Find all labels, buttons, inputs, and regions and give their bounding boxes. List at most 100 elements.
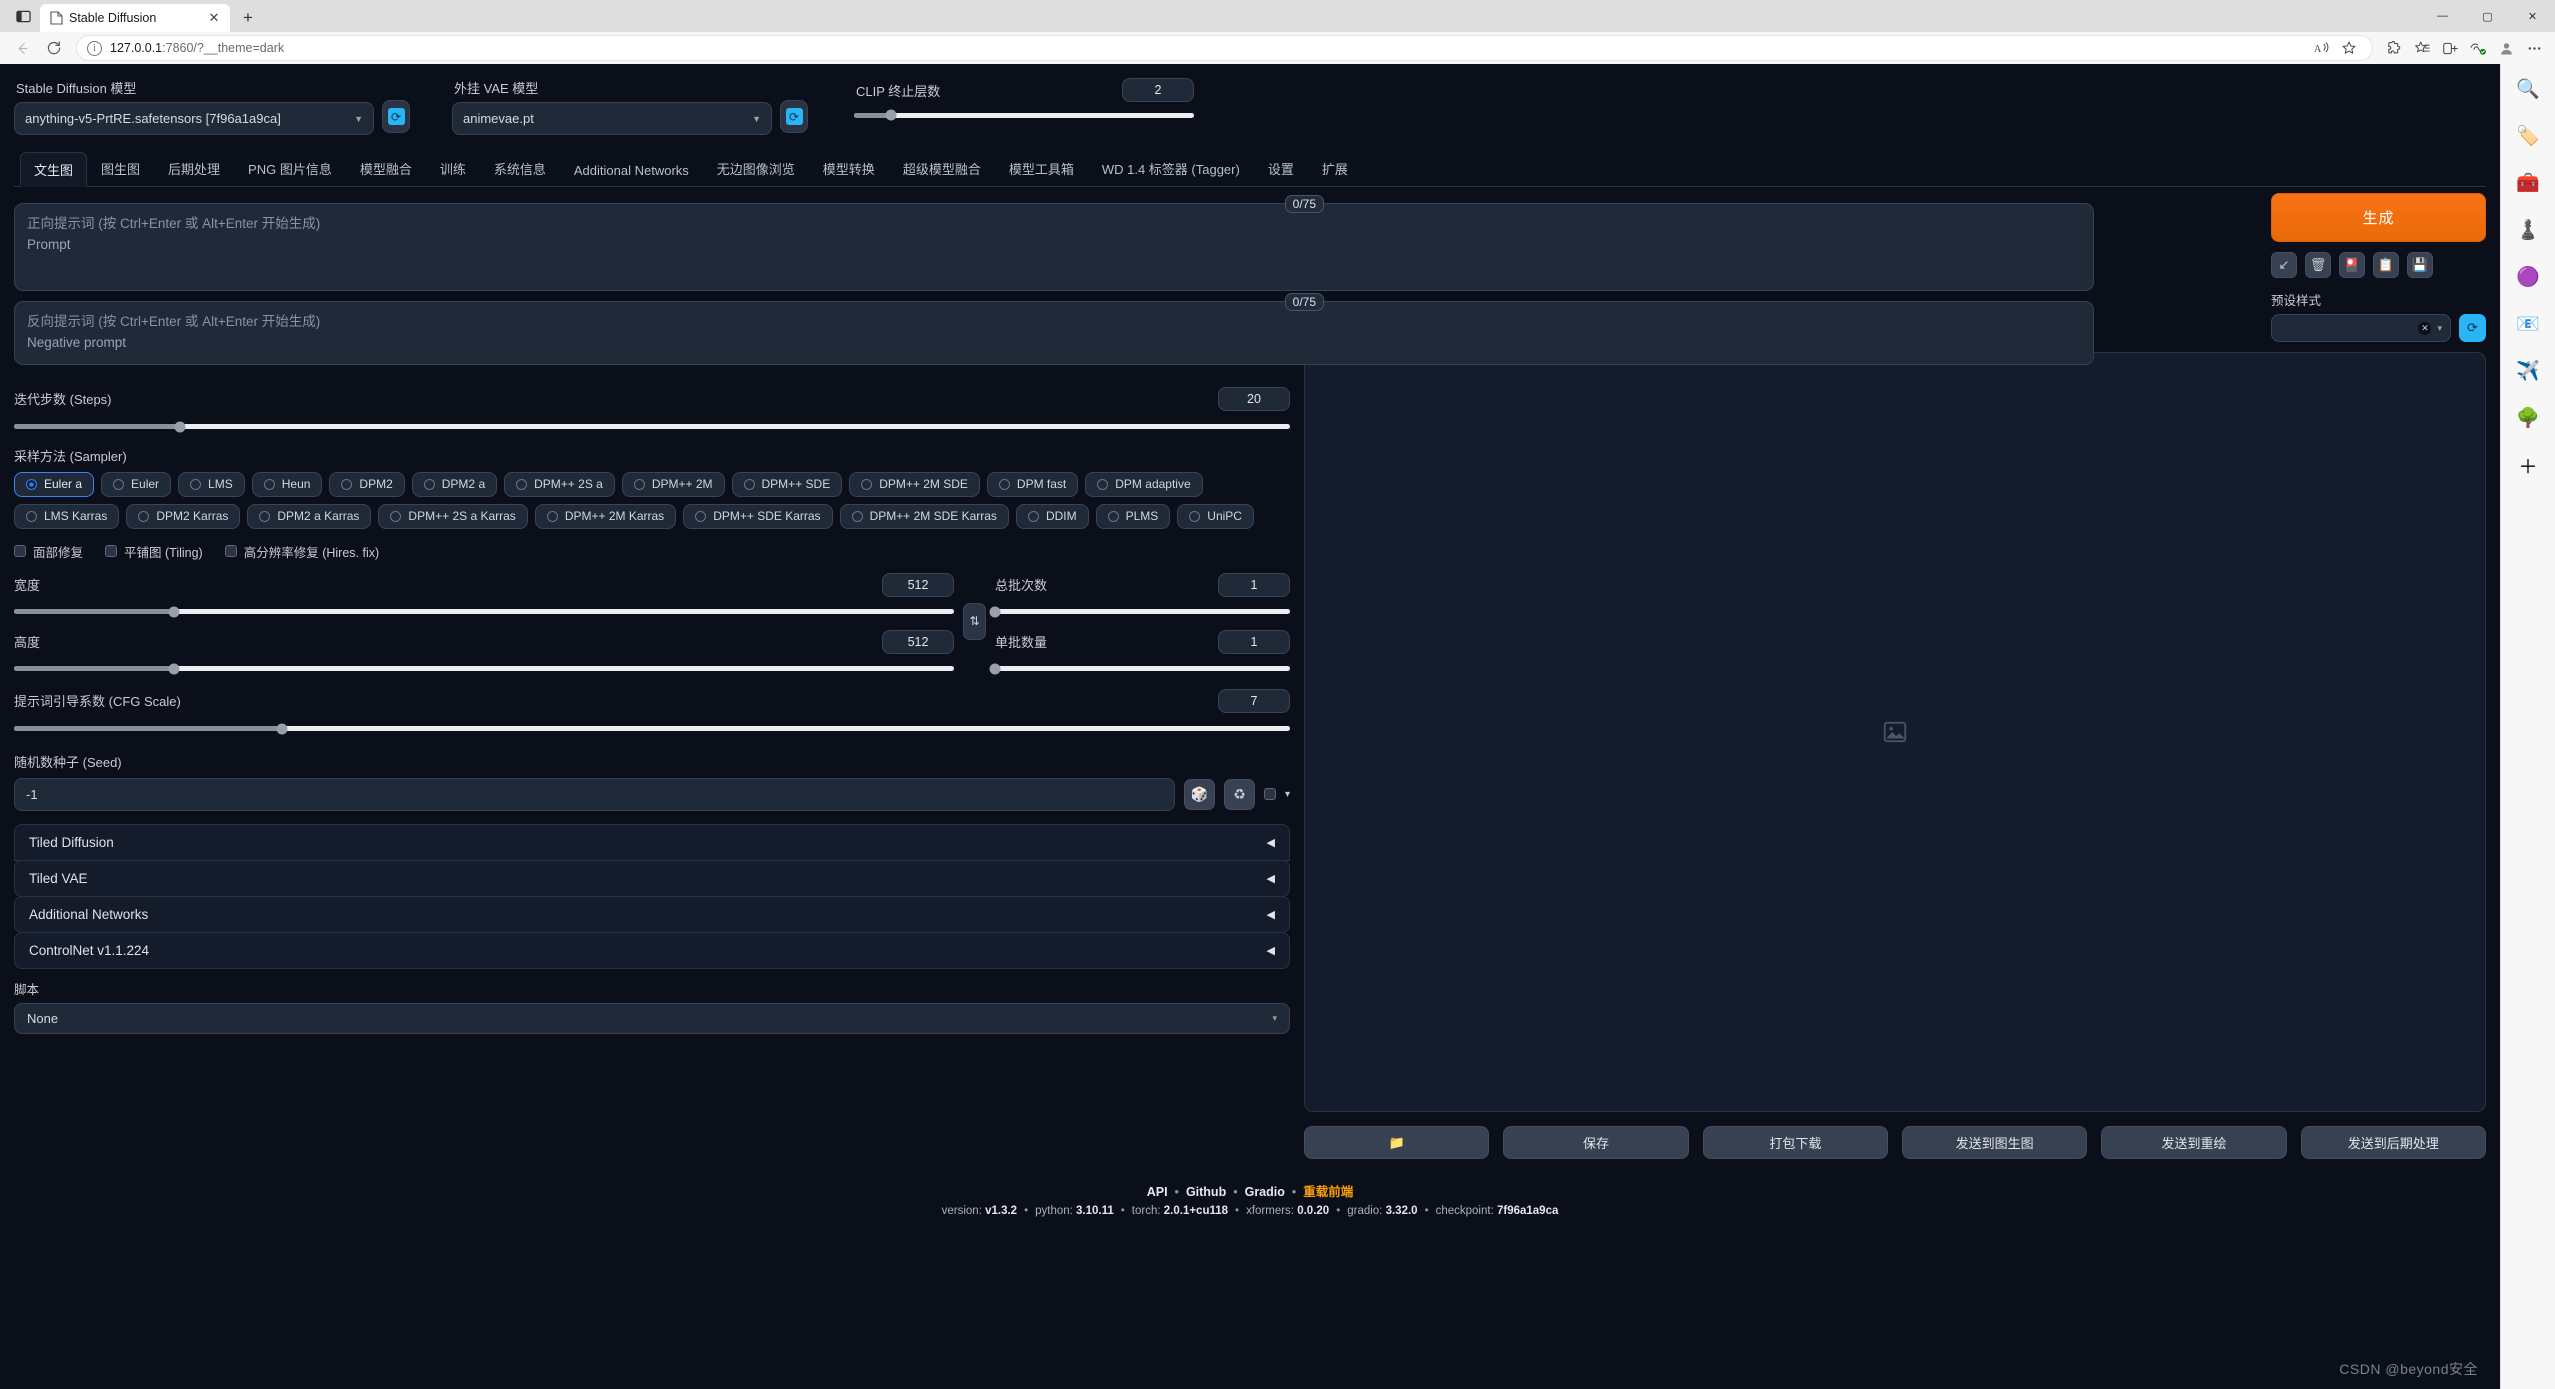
browser-menu-icon[interactable] (2521, 36, 2547, 60)
styles-dropdown[interactable]: ✕ ▾ (2271, 314, 2451, 342)
sampler-option-17[interactable]: DPM++ SDE Karras (683, 503, 833, 529)
sampler-option-8[interactable]: DPM++ SDE (731, 471, 843, 497)
batch-size-slider[interactable] (989, 663, 1290, 675)
extra-networks-icon[interactable]: 🎴 (2339, 252, 2365, 278)
read-aloud-icon[interactable]: A (2308, 36, 2334, 60)
maximize-button[interactable]: ▢ (2465, 0, 2510, 32)
accordion-2[interactable]: Additional Networks ◀ (14, 895, 1290, 933)
browser-tab[interactable]: Stable Diffusion ✕ (40, 4, 230, 32)
sampler-option-7[interactable]: DPM++ 2M (621, 471, 725, 497)
vae-model-dropdown[interactable]: animevae.pt ▼ (452, 102, 772, 135)
sampler-option-20[interactable]: PLMS (1095, 503, 1171, 529)
output-gallery[interactable] (1304, 352, 2486, 1112)
games-icon[interactable]: ♟️ (2515, 217, 2541, 243)
steps-slider[interactable] (14, 421, 1290, 433)
sampler-option-14[interactable]: DPM2 a Karras (247, 503, 372, 529)
reload-icon[interactable] (40, 35, 68, 61)
negative-prompt-input[interactable]: 反向提示词 (按 Ctrl+Enter 或 Alt+Enter 开始生成) Ne… (14, 301, 2094, 365)
sampler-option-0[interactable]: Euler a (14, 471, 95, 497)
clear-styles-icon[interactable]: ✕ (2418, 321, 2432, 335)
tab-5[interactable]: 训练 (426, 151, 480, 186)
height-value[interactable]: 512 (882, 629, 954, 654)
address-bar[interactable]: i 127.0.0.1:7860/?__theme=dark A (76, 35, 2373, 61)
clip-skip-slider[interactable] (854, 109, 1194, 121)
tab-14[interactable]: 扩展 (1308, 151, 1362, 186)
tab-8[interactable]: 无边图像浏览 (703, 151, 809, 186)
sd-model-dropdown[interactable]: anything-v5-PrtRE.safetensors [7f96a1a9c… (14, 102, 374, 135)
width-value[interactable]: 512 (882, 572, 954, 597)
script-dropdown[interactable]: None ▾ (14, 1002, 1290, 1034)
arrow-restore-icon[interactable]: ↙ (2271, 252, 2297, 278)
sampler-option-3[interactable]: Heun (251, 471, 323, 497)
office-icon[interactable]: 🟣 (2515, 264, 2541, 290)
tab-3[interactable]: PNG 图片信息 (234, 151, 346, 186)
sampler-option-10[interactable]: DPM fast (986, 471, 1079, 497)
clip-skip-value[interactable]: 2 (1122, 78, 1194, 102)
sampler-option-18[interactable]: DPM++ 2M SDE Karras (839, 503, 1009, 529)
collections-icon[interactable] (2409, 36, 2435, 60)
toolbox-icon[interactable]: 🧰 (2515, 170, 2541, 196)
open-folder-button[interactable]: 📁 (1304, 1126, 1490, 1159)
extra-seed-checkbox[interactable] (1263, 788, 1276, 801)
save-button[interactable]: 保存 (1503, 1126, 1689, 1159)
cfg-scale-value[interactable]: 7 (1218, 688, 1290, 713)
split-screen-icon[interactable] (2437, 36, 2463, 60)
refresh-sd-model-button[interactable]: ⟳ (382, 100, 410, 133)
send-to-extras-button[interactable]: 发送到后期处理 (2300, 1126, 2486, 1159)
tab-11[interactable]: 模型工具箱 (995, 151, 1088, 186)
sampler-option-4[interactable]: DPM2 (329, 471, 405, 497)
batch-count-slider[interactable] (989, 606, 1290, 618)
generate-button[interactable]: 生成 (2271, 193, 2486, 242)
favorite-star-icon[interactable] (2336, 36, 2362, 60)
tree-icon[interactable]: 🌳 (2515, 405, 2541, 431)
tab-4[interactable]: 模型融合 (346, 151, 426, 186)
tab-7[interactable]: Additional Networks (560, 155, 703, 186)
random-seed-button[interactable]: 🎲 (1183, 778, 1215, 810)
trash-icon[interactable]: 🗑 (2305, 252, 2331, 278)
checkbox-1[interactable]: 平铺图 (Tiling) (105, 542, 203, 561)
apply-style-icon[interactable]: 📋 (2373, 252, 2399, 278)
sampler-option-19[interactable]: DDIM (1015, 503, 1089, 529)
zip-download-button[interactable]: 打包下载 (1702, 1126, 1888, 1159)
tab-9[interactable]: 模型转换 (809, 151, 889, 186)
tab-6[interactable]: 系统信息 (480, 151, 560, 186)
refresh-styles-button[interactable]: ⟳ (2459, 314, 2486, 342)
minimize-button[interactable]: — (2420, 0, 2465, 32)
checkbox-2[interactable]: 高分辨率修复 (Hires. fix) (224, 542, 379, 561)
sampler-option-9[interactable]: DPM++ 2M SDE (849, 471, 980, 497)
new-tab-button[interactable]: + (234, 4, 262, 32)
site-info-icon[interactable]: i (87, 40, 102, 56)
footer-link-gradio[interactable]: Gradio (1245, 1185, 1285, 1199)
sampler-option-21[interactable]: UniPC (1177, 503, 1254, 529)
cfg-scale-slider[interactable] (14, 723, 1290, 735)
positive-prompt-input[interactable]: 正向提示词 (按 Ctrl+Enter 或 Alt+Enter 开始生成) Pr… (14, 203, 2094, 291)
seed-input[interactable]: -1 (14, 777, 1175, 811)
batch-count-value[interactable]: 1 (1218, 572, 1290, 597)
sampler-option-11[interactable]: DPM adaptive (1085, 471, 1203, 497)
sampler-option-16[interactable]: DPM++ 2M Karras (534, 503, 677, 529)
height-slider[interactable] (14, 663, 954, 675)
tab-13[interactable]: 设置 (1254, 151, 1308, 186)
accordion-1[interactable]: Tiled VAE ◀ (14, 859, 1290, 897)
send-icon[interactable]: ✈️ (2515, 358, 2541, 384)
reload-ui-link[interactable]: 重载前端 (1303, 1185, 1353, 1199)
tab-actions-icon[interactable] (6, 0, 40, 32)
sampler-option-12[interactable]: LMS Karras (14, 503, 120, 529)
save-style-icon[interactable]: 💾 (2407, 252, 2433, 278)
width-slider[interactable] (14, 606, 954, 618)
sampler-option-15[interactable]: DPM++ 2S a Karras (378, 503, 528, 529)
sampler-option-6[interactable]: DPM++ 2S a (504, 471, 615, 497)
tab-2[interactable]: 后期处理 (154, 151, 234, 186)
tab-close-icon[interactable]: ✕ (204, 8, 224, 28)
sampler-option-13[interactable]: DPM2 Karras (126, 503, 241, 529)
refresh-vae-model-button[interactable]: ⟳ (780, 100, 808, 133)
footer-link-github[interactable]: Github (1186, 1185, 1226, 1199)
steps-value[interactable]: 20 (1218, 386, 1290, 411)
checkbox-0[interactable]: 面部修复 (14, 542, 83, 561)
sampler-option-1[interactable]: Euler (101, 471, 172, 497)
sampler-option-5[interactable]: DPM2 a (411, 471, 498, 497)
window-close-button[interactable]: ✕ (2510, 0, 2555, 32)
accordion-3[interactable]: ControlNet v1.1.224 ◀ (14, 931, 1290, 969)
tab-10[interactable]: 超级模型融合 (889, 151, 995, 186)
outlook-icon[interactable]: 📧 (2515, 311, 2541, 337)
